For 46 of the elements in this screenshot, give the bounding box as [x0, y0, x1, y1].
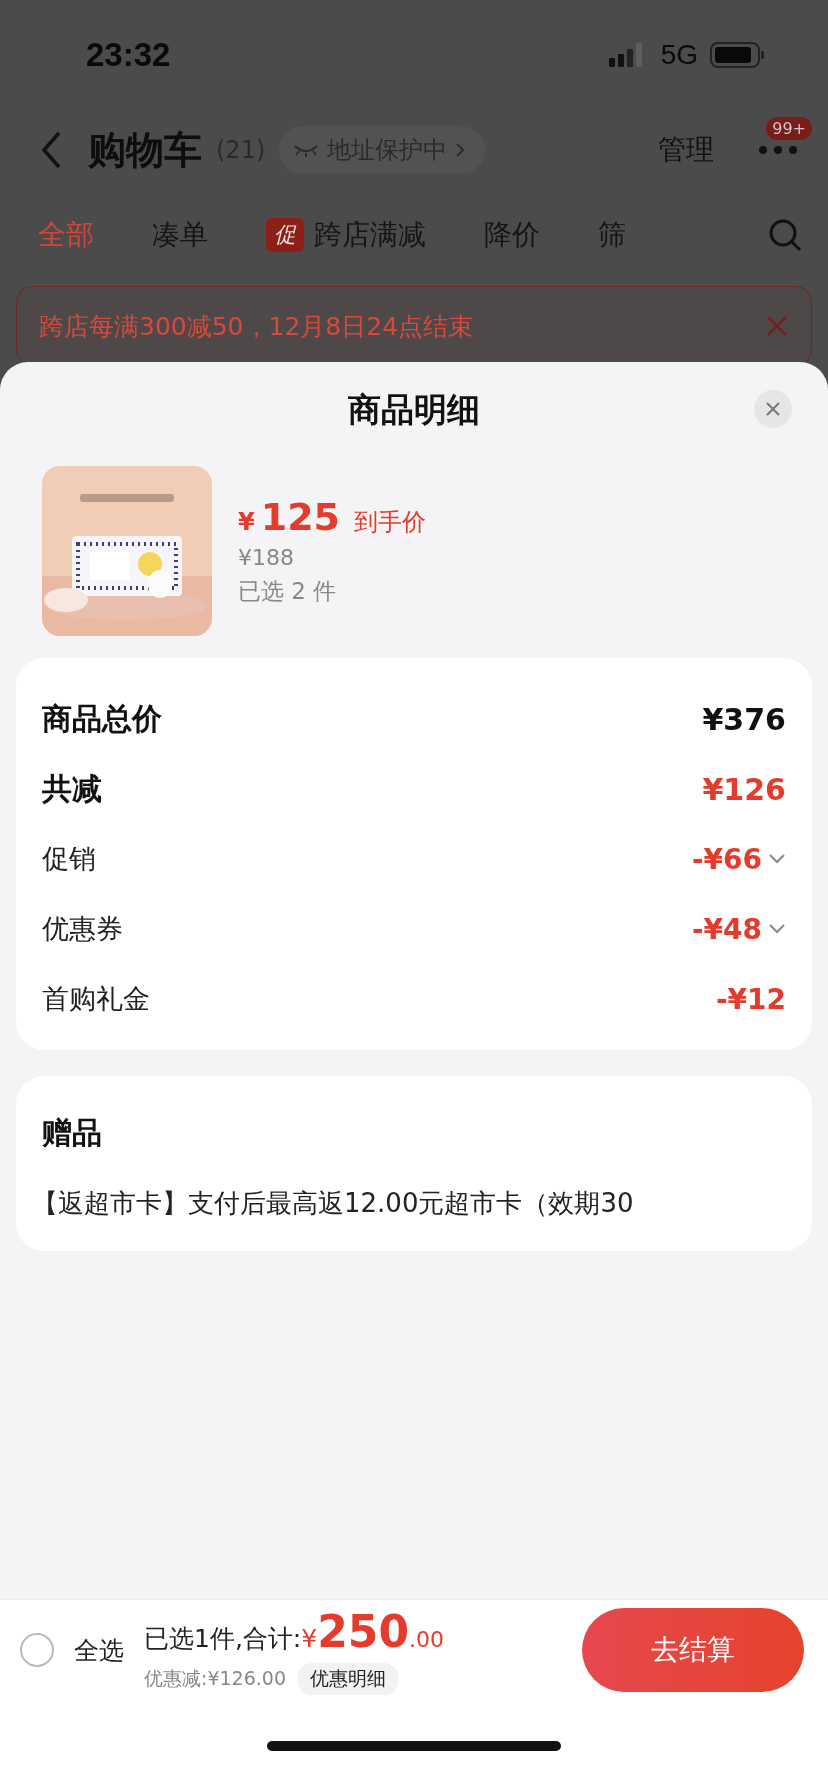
sheet-title: 商品明细	[348, 388, 480, 431]
notification-badge: 99+	[766, 117, 812, 140]
price-value: ¥376	[702, 701, 786, 737]
select-all-checkbox[interactable]	[20, 1633, 54, 1667]
discount-amount: 优惠减:¥126.00	[144, 1665, 286, 1691]
network-label: 5G	[660, 39, 698, 71]
price-label: 促销	[42, 842, 96, 876]
chevron-down-icon[interactable]	[768, 923, 786, 935]
search-icon[interactable]	[768, 218, 802, 252]
more-icon[interactable]	[758, 145, 798, 155]
original-price: ¥188	[238, 545, 295, 570]
price-label: 共减	[42, 769, 102, 808]
back-icon[interactable]	[40, 131, 62, 169]
gift-description: 【返超市卡】支付后最高返12.00元超市卡（效期30	[32, 1187, 635, 1220]
price-value: -¥12	[715, 982, 786, 1016]
tab[interactable]: 全部	[38, 216, 94, 254]
eye-closed-icon	[293, 143, 320, 157]
price-value: ¥126	[702, 771, 786, 807]
chevron-down-icon[interactable]	[768, 853, 786, 865]
promo-tag: 促	[266, 218, 304, 252]
close-icon[interactable]	[765, 314, 789, 338]
manage-link[interactable]: 管理	[658, 131, 714, 169]
close-icon	[765, 401, 781, 417]
close-button[interactable]	[754, 390, 792, 428]
total-amount: 250	[317, 1605, 410, 1657]
selected-quantity: 已选 2 件	[238, 577, 338, 606]
price-label: 商品总价	[42, 699, 162, 738]
price-label: 到手价	[354, 507, 427, 538]
page-title: 购物车	[88, 126, 202, 174]
banner-text: 跨店每满300减50，12月8日24点结束	[39, 310, 474, 343]
price-value: -¥48	[691, 912, 762, 946]
total-decimals: .00	[409, 1626, 445, 1652]
checkout-button[interactable]: 去结算	[582, 1608, 804, 1692]
chevron-right-icon	[455, 142, 466, 158]
currency-symbol: ¥	[238, 508, 255, 536]
discount-detail-button[interactable]: 优惠明细	[298, 1662, 398, 1695]
price-label: 优惠券	[42, 912, 123, 946]
battery-icon	[710, 42, 766, 68]
gift-title: 赠品	[42, 1113, 103, 1152]
selection-summary: 已选1件,合计:	[144, 1622, 302, 1655]
currency-symbol: ¥	[301, 1623, 318, 1653]
select-all-label[interactable]: 全选	[74, 1633, 124, 1667]
status-time: 23:32	[86, 36, 171, 74]
price-label: 首购礼金	[42, 982, 150, 1016]
price-value: -¥66	[691, 842, 762, 876]
final-price: 125	[260, 495, 341, 539]
